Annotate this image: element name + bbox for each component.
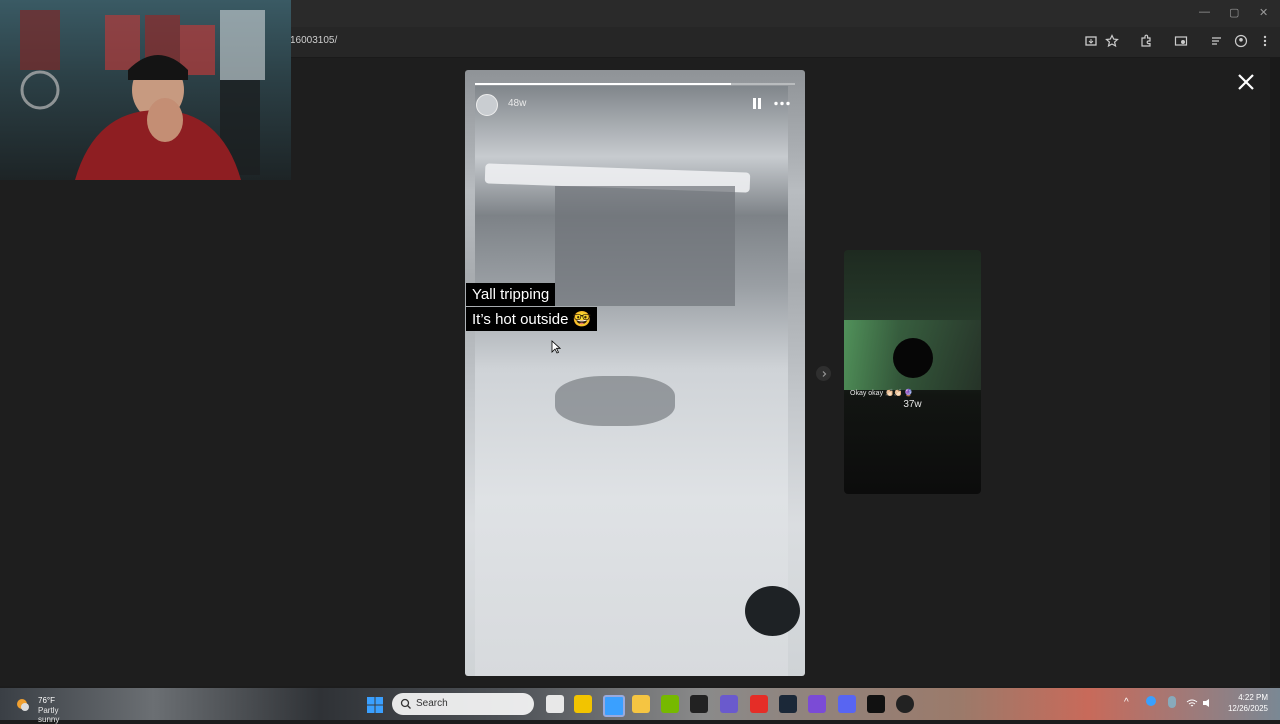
next-story-avatar <box>893 338 933 378</box>
epic-games-icon[interactable] <box>690 695 708 713</box>
next-story-emoji: 🔮 <box>904 390 914 397</box>
profile-icon[interactable] <box>1233 33 1249 49</box>
weather-icon <box>17 699 29 711</box>
media-icon[interactable] <box>1173 33 1189 49</box>
windows-icon <box>367 697 383 713</box>
purple-app-icon[interactable] <box>808 695 826 713</box>
search-label: Search <box>416 698 448 709</box>
capcut-icon[interactable] <box>867 695 885 713</box>
weather-temperature: 76°F <box>38 696 55 705</box>
next-story-timestamp: 37w <box>903 399 922 410</box>
controller-icon[interactable] <box>720 695 738 713</box>
close-icon <box>1238 74 1254 90</box>
story-media <box>475 86 800 676</box>
start-button[interactable] <box>366 696 384 714</box>
url-text[interactable]: 16003105/ <box>290 35 337 46</box>
shed-shape <box>555 186 735 306</box>
story-card[interactable] <box>465 70 805 676</box>
story-progress-bar <box>475 83 795 85</box>
install-icon[interactable] <box>1083 33 1099 49</box>
minimize-button[interactable]: — <box>1199 6 1210 18</box>
star-icon[interactable] <box>1104 33 1120 49</box>
weather-condition: Partly sunny <box>38 706 60 724</box>
next-story-text: Okay okay 👏🏻👏🏻 🔮 <box>850 390 914 397</box>
rockstar-icon[interactable] <box>574 695 592 713</box>
youtube-icon[interactable] <box>750 695 768 713</box>
story-timestamp: 48w <box>508 98 527 109</box>
snow-shadow <box>555 376 675 426</box>
chevron-right-icon <box>822 370 826 377</box>
restore-button[interactable]: ▢ <box>1229 6 1239 19</box>
obs-icon[interactable] <box>896 695 914 713</box>
tray-microphone-icon[interactable] <box>1168 696 1176 708</box>
volume-icon[interactable] <box>1202 698 1214 708</box>
menu-icon[interactable] <box>1257 33 1273 49</box>
close-viewer-button[interactable] <box>1234 70 1258 94</box>
clock-time[interactable]: 4:22 PM <box>1226 693 1268 702</box>
dark-object <box>745 586 800 636</box>
chevron-up-icon[interactable]: ^ <box>1124 697 1129 708</box>
chrome-icon[interactable] <box>603 695 625 717</box>
nvidia-icon[interactable] <box>661 695 679 713</box>
windows-taskbar: 76°F Partly sunny Search ^ 4:22 PM 12/26… <box>0 688 1280 724</box>
search-icon <box>400 698 411 709</box>
tray-app-icon[interactable] <box>1146 696 1156 706</box>
story-user-avatar[interactable] <box>476 94 498 116</box>
taskbar-search[interactable]: Search <box>392 693 534 715</box>
discord-icon[interactable] <box>838 695 856 713</box>
file-explorer-icon[interactable] <box>632 695 650 713</box>
weather-widget[interactable]: 76°F Partly sunny <box>12 694 82 724</box>
wifi-icon[interactable] <box>1186 698 1198 708</box>
scrollbar[interactable] <box>1270 58 1280 686</box>
task-view-icon[interactable] <box>546 695 564 713</box>
window-close-button[interactable]: ✕ <box>1259 6 1268 19</box>
reading-list-icon[interactable] <box>1209 33 1225 49</box>
more-options-icon[interactable] <box>773 97 791 110</box>
webcam-overlay <box>0 0 291 180</box>
pause-icon[interactable] <box>751 97 763 110</box>
mouse-cursor-icon <box>551 340 562 354</box>
clock-date[interactable]: 12/26/2025 <box>1222 704 1268 713</box>
story-caption-line2: It’s hot outside 🤓 <box>466 307 598 331</box>
extensions-icon[interactable] <box>1138 33 1154 49</box>
next-story-preview[interactable]: Okay okay 👏🏻👏🏻 🔮 37w <box>844 250 981 494</box>
steam-icon[interactable] <box>779 695 797 713</box>
next-story-button[interactable] <box>816 366 831 381</box>
story-caption-line1: Yall tripping <box>466 283 556 306</box>
story-progress-fill <box>475 83 731 85</box>
webcam-image <box>20 10 265 180</box>
